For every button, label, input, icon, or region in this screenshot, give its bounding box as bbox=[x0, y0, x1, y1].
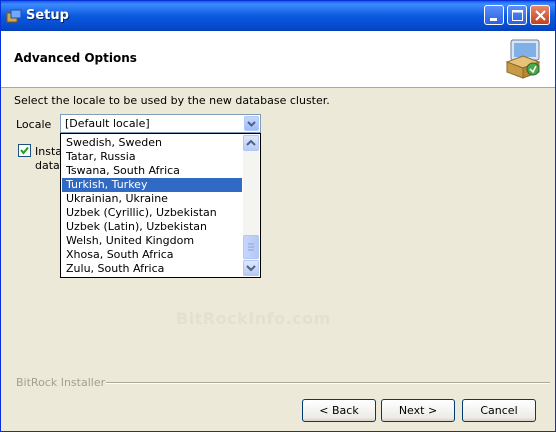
list-item[interactable]: Xhosa, South Africa bbox=[62, 248, 242, 262]
scroll-down-button[interactable] bbox=[243, 260, 259, 276]
close-button[interactable] bbox=[530, 5, 550, 25]
chevron-up-icon bbox=[246, 139, 256, 146]
close-icon bbox=[535, 10, 546, 21]
window-title: Setup bbox=[26, 8, 69, 23]
cancel-button[interactable]: Cancel bbox=[462, 399, 536, 422]
title-bar[interactable]: Setup bbox=[1, 1, 555, 31]
footer-divider bbox=[106, 382, 550, 384]
brand-label: BitRock Installer bbox=[16, 376, 106, 389]
install-checkbox[interactable] bbox=[18, 144, 31, 157]
list-item[interactable]: Tswana, South Africa bbox=[62, 164, 242, 178]
list-item[interactable]: Tatar, Russia bbox=[62, 150, 242, 164]
watermark: BitRockInfo.com bbox=[176, 309, 331, 328]
locale-label: Locale bbox=[16, 118, 52, 131]
locale-options-list[interactable]: Swedish, Sweden Tatar, Russia Tswana, So… bbox=[60, 133, 261, 278]
locale-dropdown[interactable]: [Default locale] bbox=[60, 114, 261, 133]
setup-app-icon bbox=[6, 8, 22, 24]
dropdown-arrow-button[interactable] bbox=[244, 116, 259, 131]
checkmark-icon bbox=[20, 146, 29, 155]
locale-dropdown-value: [Default locale] bbox=[65, 117, 150, 130]
list-scrollbar[interactable] bbox=[243, 135, 259, 276]
grip-icon bbox=[248, 243, 254, 251]
minimize-icon bbox=[490, 18, 497, 21]
instruction-text: Select the locale to be used by the new … bbox=[14, 94, 330, 107]
list-item[interactable]: Ukrainian, Ukraine bbox=[62, 192, 242, 206]
list-item[interactable]: Zulu, South Africa bbox=[62, 262, 242, 276]
list-item[interactable]: Swedish, Sweden bbox=[62, 136, 242, 150]
setup-window: Setup Advanced Options Select the locale… bbox=[0, 0, 556, 432]
list-item-highlighted[interactable]: Turkish, Turkey bbox=[62, 178, 242, 192]
maximize-icon bbox=[512, 10, 523, 21]
next-button[interactable]: Next > bbox=[381, 399, 455, 422]
wizard-header: Advanced Options bbox=[1, 31, 555, 88]
checkbox-label-line1: Insta bbox=[35, 145, 63, 158]
minimize-button[interactable] bbox=[484, 5, 504, 25]
chevron-down-icon bbox=[247, 121, 256, 127]
scroll-thumb[interactable] bbox=[243, 235, 259, 259]
page-title: Advanced Options bbox=[14, 51, 137, 65]
list-item[interactable]: Uzbek (Latin), Uzbekistan bbox=[62, 220, 242, 234]
list-item[interactable]: Uzbek (Cyrillic), Uzbekistan bbox=[62, 206, 242, 220]
back-button[interactable]: < Back bbox=[302, 399, 376, 422]
list-item[interactable]: Welsh, United Kingdom bbox=[62, 234, 242, 248]
maximize-button[interactable] bbox=[507, 5, 527, 25]
chevron-down-icon bbox=[246, 265, 256, 272]
installer-box-icon bbox=[501, 36, 545, 83]
scroll-up-button[interactable] bbox=[243, 135, 259, 151]
